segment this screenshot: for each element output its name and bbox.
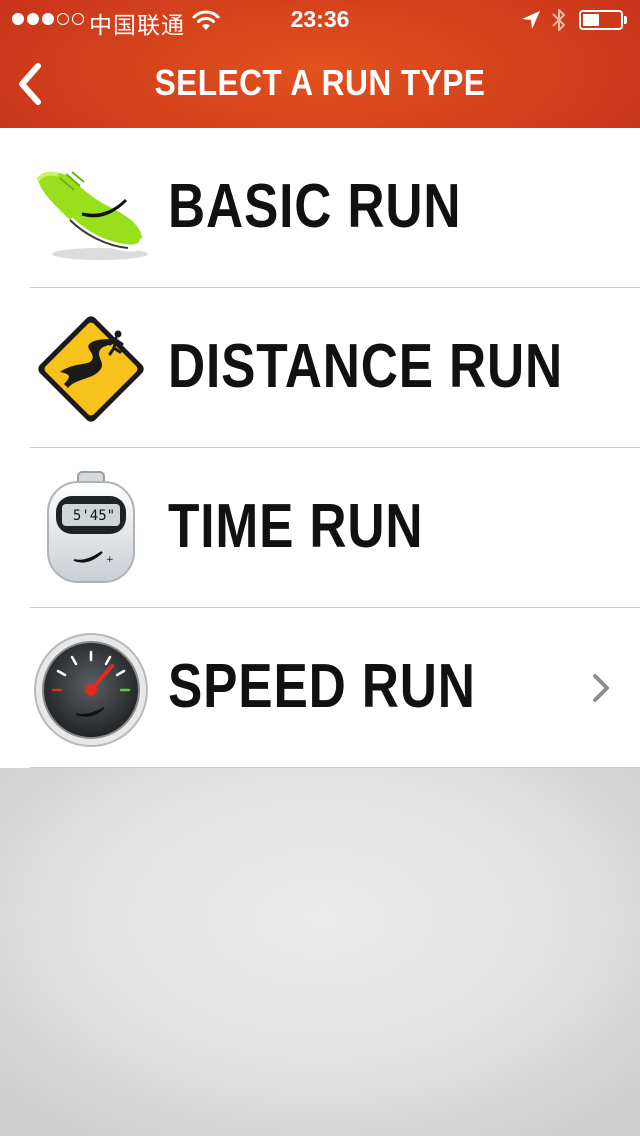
speed-run-label: SPEED RUN	[168, 652, 476, 721]
time-run-label: TIME RUN	[168, 492, 424, 561]
svg-text:+: +	[106, 555, 114, 565]
running-shoe-icon	[36, 171, 148, 260]
road-sign-icon	[38, 316, 144, 422]
status-bar: 中国联通 23:36	[0, 0, 640, 40]
run-type-list: BASIC RUN DISTANCE RUN 5'45" + TIME RUN …	[0, 128, 640, 768]
status-time: 23:36	[290, 6, 350, 32]
speed-run-row[interactable]: SPEED RUN	[0, 608, 640, 768]
battery-icon	[579, 10, 623, 30]
battery-level	[583, 14, 599, 26]
page-title: SELECT A RUN TYPE	[154, 62, 486, 103]
chevron-right-icon	[593, 674, 609, 702]
distance-run-label: DISTANCE RUN	[168, 332, 563, 401]
time-run-row[interactable]: 5'45" + TIME RUN	[0, 448, 640, 608]
battery-tip	[624, 16, 627, 24]
empty-background	[0, 768, 640, 1136]
location-arrow-icon	[522, 11, 540, 29]
stopwatch-icon: 5'45" +	[47, 471, 135, 583]
bluetooth-icon	[552, 9, 565, 31]
speedometer-icon	[34, 633, 148, 747]
distance-run-row[interactable]: DISTANCE RUN	[0, 288, 640, 448]
stopwatch-readout: 5'45"	[73, 508, 115, 524]
app-header: 中国联通 23:36 SELECT A RUN TYPE	[0, 0, 640, 128]
basic-run-row[interactable]: BASIC RUN	[0, 128, 640, 288]
basic-run-label: BASIC RUN	[168, 172, 462, 241]
